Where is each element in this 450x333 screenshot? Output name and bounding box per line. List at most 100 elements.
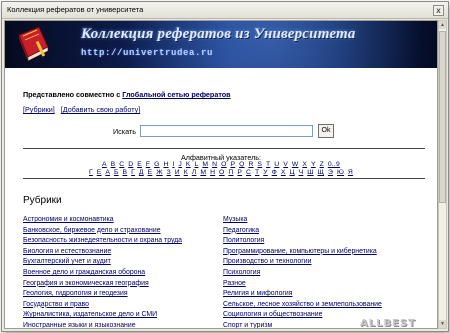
alphabet-letter-link[interactable]: T bbox=[266, 161, 270, 168]
alphabet-letter-link[interactable]: G bbox=[154, 161, 160, 168]
alphabet-letter-link[interactable]: Q bbox=[239, 161, 245, 168]
alphabet-letter-link[interactable]: Е bbox=[148, 169, 153, 176]
rubric-link[interactable]: Иностранные языки и языкознание bbox=[23, 322, 136, 328]
rubric-link[interactable]: Производство и технологии bbox=[223, 258, 311, 265]
alphabet-letter-link[interactable]: К bbox=[184, 169, 188, 176]
alphabet-letter-link[interactable]: F bbox=[146, 161, 150, 168]
alphabet-letter-link[interactable]: А bbox=[105, 169, 110, 176]
rubric-link[interactable]: Социология и обществознание bbox=[223, 311, 322, 318]
rubric-link[interactable]: Политология bbox=[223, 237, 264, 244]
search-input[interactable] bbox=[140, 125, 313, 137]
close-icon[interactable]: x bbox=[433, 5, 444, 16]
rubric-link[interactable]: Сельское, лесное хозяйство и землепользо… bbox=[223, 301, 382, 308]
rubric-link[interactable]: Биология и естествознание bbox=[23, 248, 111, 255]
rubric-item: Производство и технологии bbox=[223, 257, 382, 268]
alphabet-letter-link[interactable]: П bbox=[228, 169, 233, 176]
alphabet-letter-link[interactable]: A bbox=[102, 161, 107, 168]
alphabet-letter-link[interactable]: Н bbox=[210, 169, 215, 176]
rubric-link[interactable]: Государство и право bbox=[23, 301, 89, 308]
rubric-link[interactable]: Банковское, биржевое дело и страхование bbox=[23, 227, 161, 234]
alphabet-letter-link[interactable]: Л bbox=[192, 169, 197, 176]
alphabet-letter-link[interactable]: B bbox=[111, 161, 116, 168]
alphabet-letter-link[interactable]: М bbox=[200, 169, 206, 176]
alphabet-letter-link[interactable]: У bbox=[263, 169, 268, 176]
alphabet-letter-link[interactable]: 0..9 bbox=[328, 161, 340, 168]
alphabet-letter-link[interactable]: Х bbox=[281, 169, 286, 176]
vertical-scrollbar[interactable]: ▲ ▼ bbox=[438, 20, 447, 329]
alphabet-letter-link[interactable]: О bbox=[219, 169, 225, 176]
alphabet-letter-link[interactable]: Д bbox=[139, 169, 144, 176]
alphabet-letter-link[interactable]: U bbox=[274, 161, 279, 168]
scroll-up-icon[interactable]: ▲ bbox=[439, 21, 446, 29]
rubric-item: Астрономия и космонавтика bbox=[23, 215, 182, 226]
divider-bottom bbox=[23, 178, 425, 179]
rubric-item: Биология и естествознание bbox=[23, 247, 182, 258]
alphabet-letter-link[interactable]: W bbox=[292, 161, 299, 168]
rubric-link[interactable]: Астрономия и космонавтика bbox=[23, 216, 114, 223]
intro-text: Представлено совместно с bbox=[23, 90, 123, 99]
alphabet-letter-link[interactable]: M bbox=[202, 161, 208, 168]
alphabet-letter-link[interactable]: Е bbox=[97, 169, 102, 176]
rubric-item: Безопасность жизнедеятельности и охрана … bbox=[23, 236, 182, 247]
rubric-link[interactable]: География и экономическая география bbox=[23, 280, 149, 287]
alphabet-letter-link[interactable]: S bbox=[257, 161, 262, 168]
rubrics-column-left: Астрономия и космонавтика Банковское, бир… bbox=[23, 215, 182, 328]
alphabet-letter-link[interactable]: И bbox=[175, 169, 180, 176]
alphabet-letter-link[interactable]: Р bbox=[237, 169, 242, 176]
rubric-link[interactable]: Бухгалтерский учет и аудит bbox=[23, 258, 111, 265]
alphabet-letter-link[interactable]: Э bbox=[328, 169, 333, 176]
rubric-link[interactable]: Спорт и туризм bbox=[223, 322, 272, 328]
scroll-down-icon[interactable]: ▼ bbox=[439, 320, 446, 328]
rubric-link[interactable]: Педагогика bbox=[223, 227, 259, 234]
rubric-link[interactable]: Программирование, компьютеры и кибернети… bbox=[223, 248, 377, 255]
alphabet-letter-link[interactable]: Ж bbox=[156, 169, 162, 176]
rubric-link[interactable]: Журналистика, издательское дело и СМИ bbox=[23, 311, 157, 318]
alphabet-letter-link[interactable]: C bbox=[119, 161, 124, 168]
global-network-link[interactable]: Глобальной сетью рефератов bbox=[122, 90, 230, 99]
rubric-link[interactable]: Музыка bbox=[223, 216, 247, 223]
alphabet-letter-link[interactable]: K bbox=[186, 161, 191, 168]
alphabet-letter-link[interactable]: L bbox=[194, 161, 198, 168]
alphabet-letter-link[interactable]: Я bbox=[348, 169, 353, 176]
alphabet-letter-link[interactable]: H bbox=[163, 161, 168, 168]
alphabet-letter-link[interactable]: Ш bbox=[307, 169, 313, 176]
alphabet-letter-link[interactable]: В bbox=[123, 169, 128, 176]
search-ok-button[interactable]: Ok bbox=[318, 124, 334, 138]
alphabet-letter-link[interactable]: Ю bbox=[337, 169, 344, 176]
alphabet-letter-link[interactable]: Ц bbox=[289, 169, 294, 176]
alphabet-letter-link[interactable]: R bbox=[248, 161, 253, 168]
title-bar[interactable]: Коллекция рефератов от университета x bbox=[2, 2, 448, 19]
rubric-item: Иностранные языки и языкознание bbox=[23, 321, 182, 328]
alphabet-letter-link[interactable]: Ч bbox=[299, 169, 304, 176]
alphabet-letter-link[interactable]: X bbox=[302, 161, 307, 168]
rubric-link[interactable]: Военное дело и гражданская оборона bbox=[23, 269, 145, 276]
alphabet-letter-link[interactable]: Щ bbox=[318, 169, 325, 176]
alphabet-letter-link[interactable]: Г bbox=[89, 169, 93, 176]
rubric-link[interactable]: Геология, гидрология и геодезия bbox=[23, 290, 128, 297]
alphabet-letter-link[interactable]: J bbox=[178, 161, 182, 168]
page-viewport: Коллекция рефератов из Университета http… bbox=[4, 20, 438, 329]
rubric-link[interactable]: Разное bbox=[223, 280, 246, 287]
rubric-link[interactable]: Психология bbox=[223, 269, 260, 276]
alphabet-letter-link[interactable]: D bbox=[128, 161, 133, 168]
alphabet-letter-link[interactable]: E bbox=[137, 161, 142, 168]
alphabet-letter-link[interactable]: P bbox=[230, 161, 235, 168]
scroll-thumb[interactable] bbox=[439, 31, 446, 203]
alphabet-letter-link[interactable]: Т bbox=[255, 169, 259, 176]
alphabet-letter-link[interactable]: Г bbox=[131, 169, 135, 176]
rubric-link[interactable]: Безопасность жизнедеятельности и охрана … bbox=[23, 237, 182, 244]
rubric-item: Геология, гидрология и геодезия bbox=[23, 289, 182, 300]
rubrics-link[interactable]: [Рубрики] bbox=[23, 105, 55, 114]
alphabet-letter-link[interactable]: С bbox=[246, 169, 251, 176]
alphabet-letter-link[interactable]: N bbox=[212, 161, 217, 168]
alphabet-letter-link[interactable]: Y bbox=[311, 161, 316, 168]
rubric-link[interactable]: Религия и мифология bbox=[223, 290, 293, 297]
alphabet-letter-link[interactable]: I bbox=[172, 161, 174, 168]
alphabet-letter-link[interactable]: З bbox=[167, 169, 171, 176]
alphabet-letter-link[interactable]: Ф bbox=[272, 169, 277, 176]
alphabet-letter-link[interactable]: Б bbox=[114, 169, 119, 176]
alphabet-letter-link[interactable]: Z bbox=[320, 161, 324, 168]
alphabet-letter-link[interactable]: O bbox=[221, 161, 227, 168]
add-work-link[interactable]: [Добавить свою работу] bbox=[61, 105, 140, 114]
alphabet-letter-link[interactable]: V bbox=[283, 161, 288, 168]
